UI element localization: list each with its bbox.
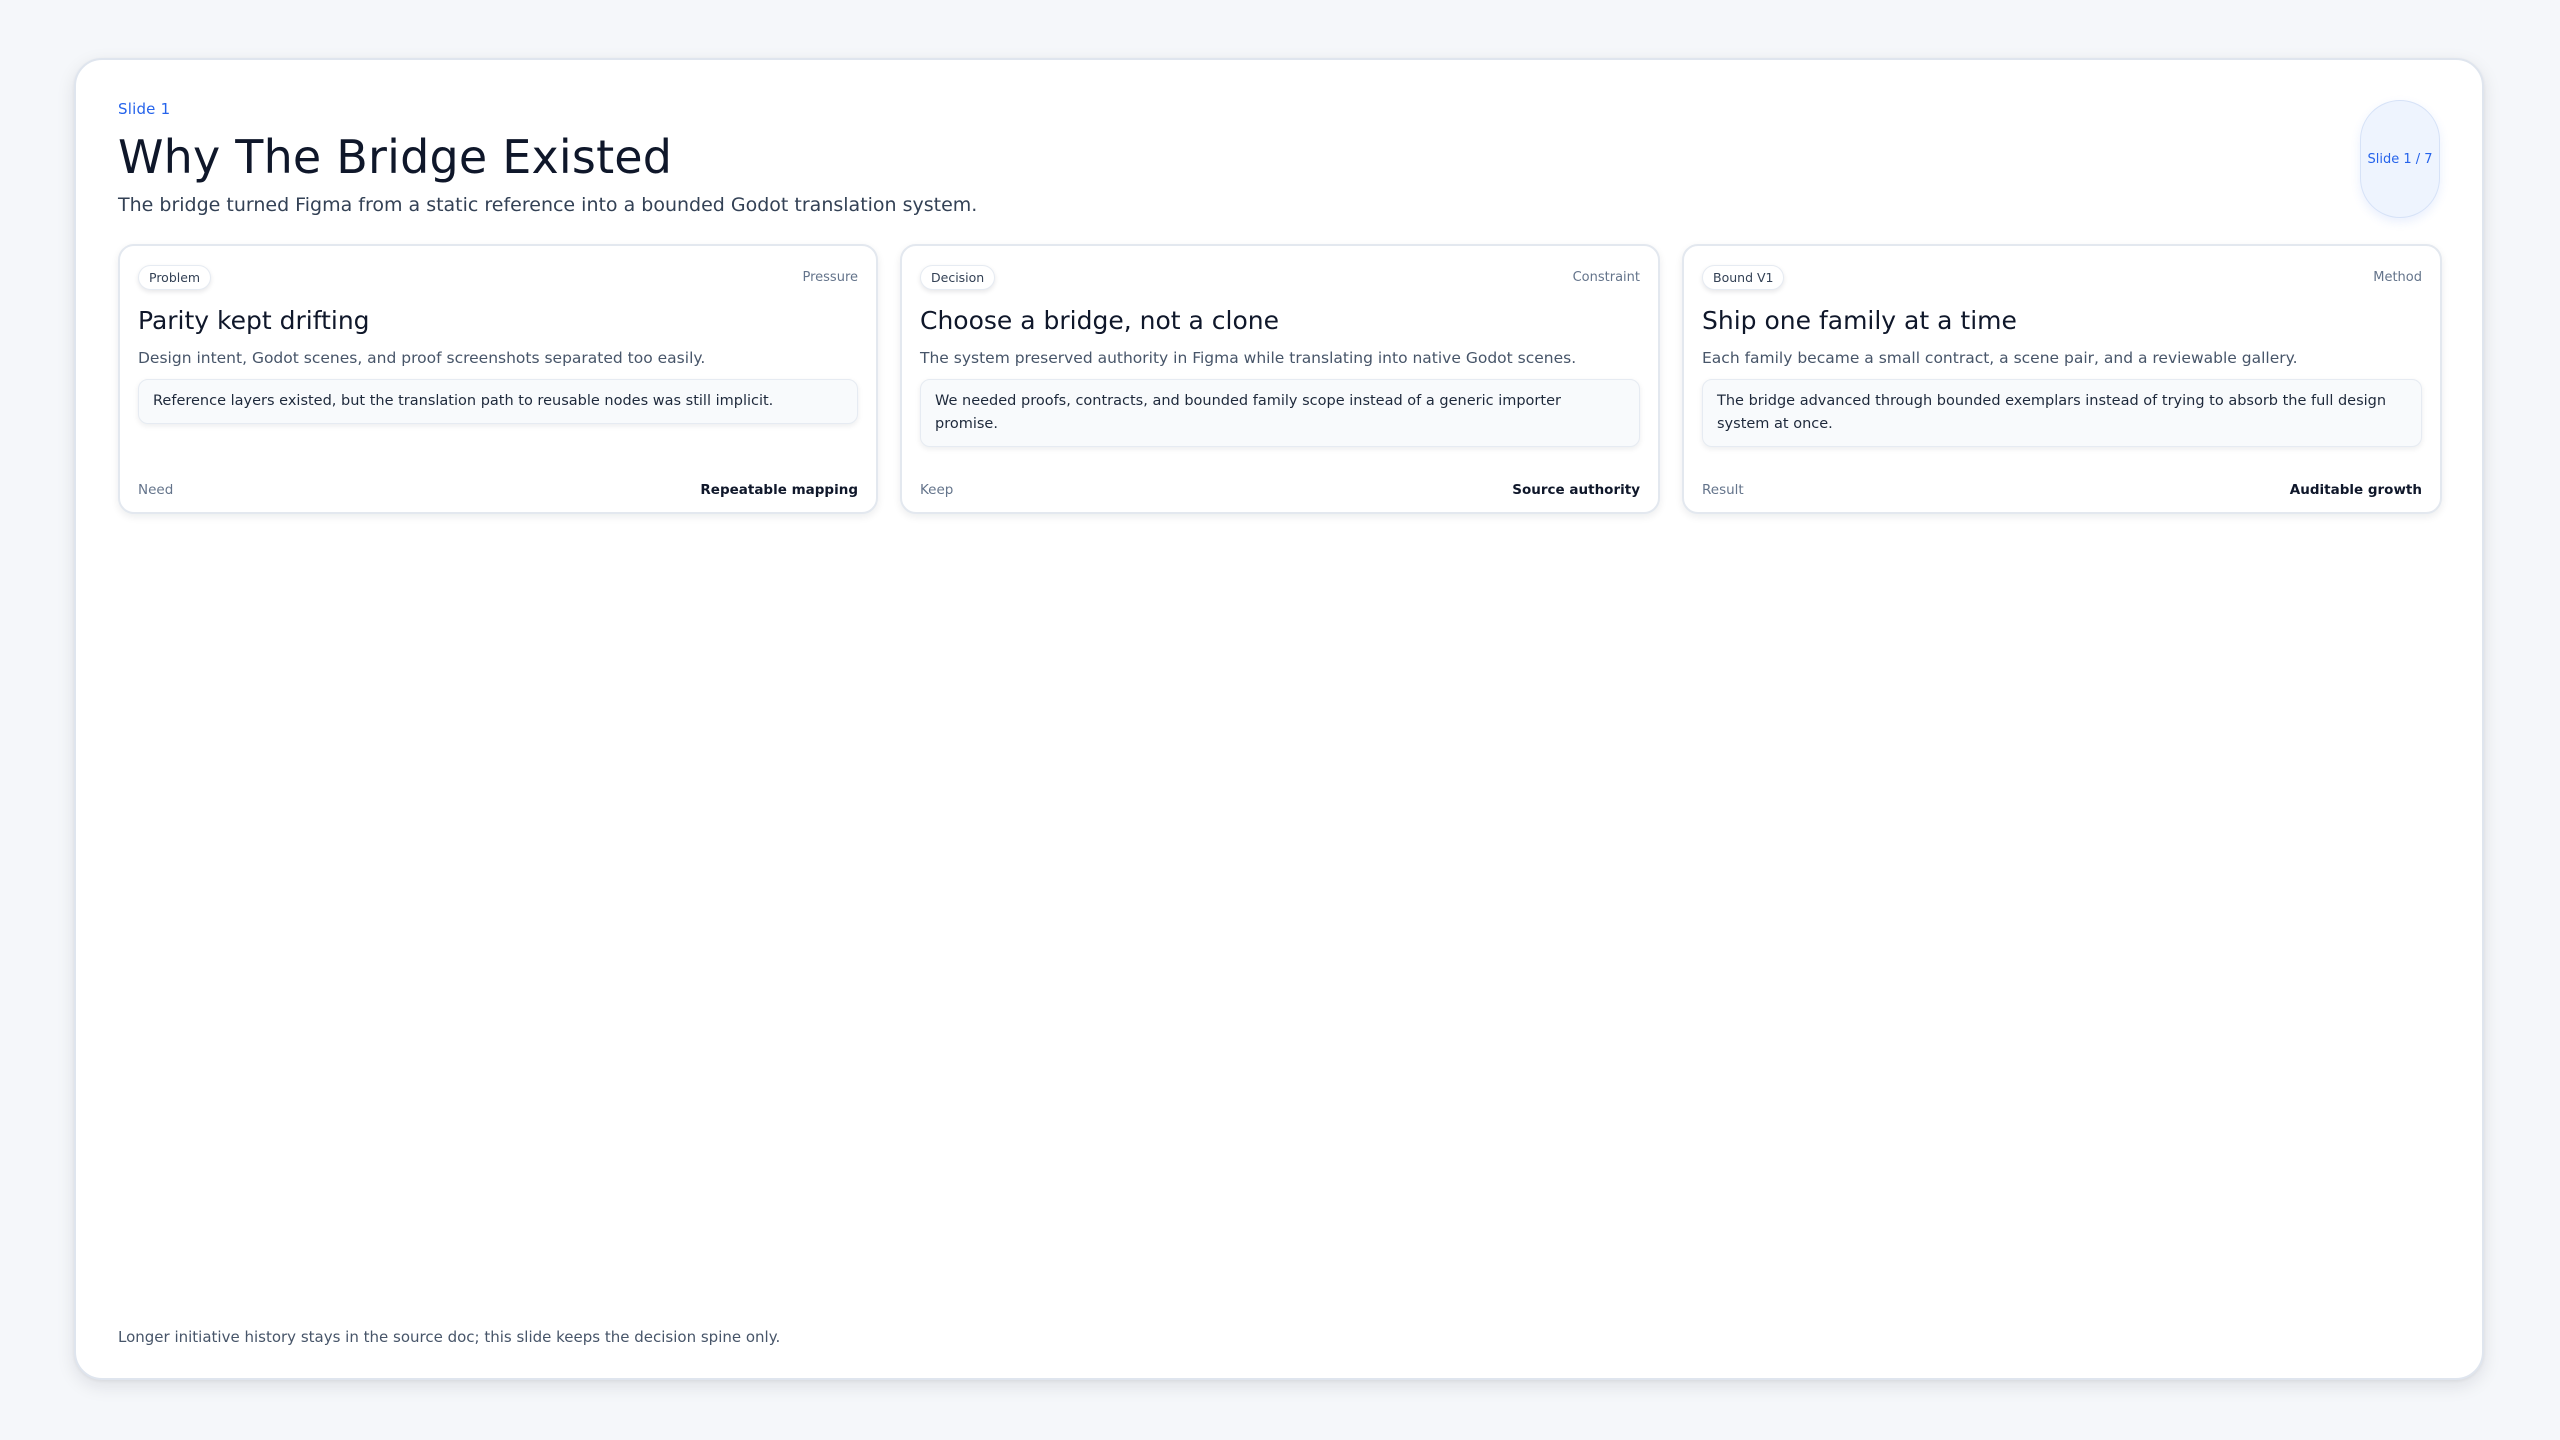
card-tag: Bound V1	[1702, 264, 1785, 290]
card-tag: Problem	[138, 264, 212, 290]
card-footer-label: Result	[1702, 482, 1744, 498]
card-footer-value: Auditable growth	[2289, 482, 2422, 498]
slide-counter-badge: Slide 1 / 7	[2360, 100, 2440, 218]
card-bound-v1: Bound V1 Method Ship one family at a tim…	[1682, 244, 2442, 514]
card-row: Problem Pressure Parity kept drifting De…	[118, 244, 2442, 514]
card-footer-label: Need	[138, 482, 174, 498]
card-header: Bound V1 Method	[1702, 264, 2422, 290]
card-note: The bridge advanced through bounded exem…	[1702, 379, 2422, 447]
card-note: Reference layers existed, but the transl…	[138, 379, 858, 424]
card-header: Decision Constraint	[920, 264, 1640, 290]
card-kind: Pressure	[802, 269, 858, 285]
card-kind: Constraint	[1572, 269, 1640, 285]
card-description: Each family became a small contract, a s…	[1702, 349, 2298, 367]
page-title: Why The Bridge Existed	[118, 130, 673, 184]
card-footer: Keep Source authority	[920, 482, 1640, 498]
slide-eyebrow: Slide 1	[118, 100, 171, 118]
card-footer: Need Repeatable mapping	[138, 482, 858, 498]
slide-frame: Slide 1 Why The Bridge Existed The bridg…	[74, 58, 2484, 1380]
card-description: The system preserved authority in Figma …	[920, 349, 1577, 367]
card-footer-value: Source authority	[1512, 482, 1640, 498]
page-subtitle: The bridge turned Figma from a static re…	[118, 194, 978, 216]
card-kind: Method	[2373, 269, 2422, 285]
card-description: Design intent, Godot scenes, and proof s…	[138, 349, 706, 367]
card-header: Problem Pressure	[138, 264, 858, 290]
card-footer: Result Auditable growth	[1702, 482, 2422, 498]
card-title: Choose a bridge, not a clone	[920, 306, 1279, 335]
card-decision: Decision Constraint Choose a bridge, not…	[900, 244, 1660, 514]
card-tag: Decision	[920, 264, 996, 290]
card-footer-value: Repeatable mapping	[700, 482, 858, 498]
card-note: We needed proofs, contracts, and bounded…	[920, 379, 1640, 447]
card-title: Ship one family at a time	[1702, 306, 2017, 335]
card-footer-label: Keep	[920, 482, 954, 498]
footer-note: Longer initiative history stays in the s…	[118, 1328, 781, 1346]
card-problem: Problem Pressure Parity kept drifting De…	[118, 244, 878, 514]
card-title: Parity kept drifting	[138, 306, 370, 335]
